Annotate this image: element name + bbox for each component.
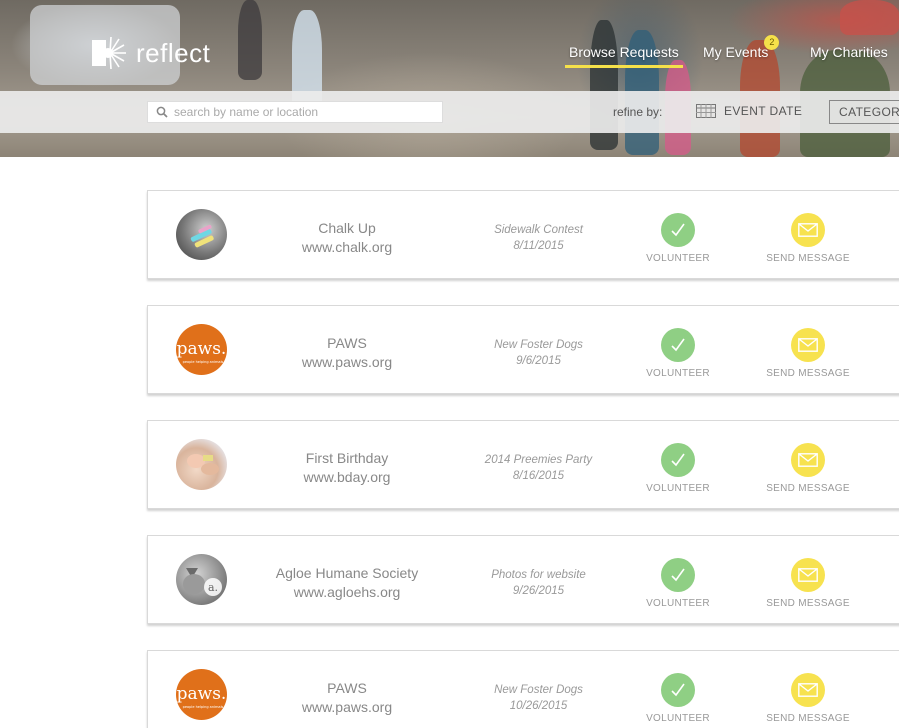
request-card: paws. people helping animals PAWS www.pa… xyxy=(147,650,899,728)
check-icon xyxy=(661,213,695,247)
volunteer-label: VOLUNTEER xyxy=(646,483,710,494)
org-info: Agloe Humane Society www.agloehs.org xyxy=(260,564,434,602)
check-icon xyxy=(661,673,695,707)
volunteer-button[interactable]: VOLUNTEER xyxy=(623,443,733,494)
search-input[interactable] xyxy=(174,105,434,119)
check-icon xyxy=(661,328,695,362)
org-name: Agloe Humane Society xyxy=(275,565,419,581)
volunteer-label: VOLUNTEER xyxy=(646,253,710,264)
org-name: PAWS xyxy=(327,335,367,351)
envelope-icon xyxy=(791,213,825,247)
event-title: 2014 Preemies Party xyxy=(484,454,593,466)
volunteer-label: VOLUNTEER xyxy=(646,713,710,724)
send-message-button[interactable]: SEND MESSAGE xyxy=(753,673,863,724)
filter-bar: refine by: EVENT DATE CATEGORY xyxy=(0,91,899,133)
nav-my-events[interactable]: My Events 2 xyxy=(703,35,780,60)
event-date: 9/26/2015 xyxy=(512,585,565,597)
volunteer-label: VOLUNTEER xyxy=(646,598,710,609)
org-info: PAWS www.paws.org xyxy=(260,334,434,372)
event-info: Sidewalk Contest 8/11/2015 xyxy=(466,222,611,254)
envelope-icon xyxy=(791,673,825,707)
chalk-avatar[interactable] xyxy=(176,209,227,260)
nav-label: My Charities xyxy=(810,44,888,60)
svg-text:paws.: paws. xyxy=(177,339,227,359)
request-card: Chalk Up www.chalk.org Sidewalk Contest … xyxy=(147,190,899,279)
event-date: 10/26/2015 xyxy=(509,700,568,712)
org-url[interactable]: www.chalk.org xyxy=(260,238,434,257)
paws-avatar[interactable]: paws. people helping animals xyxy=(176,324,227,375)
event-title: Photos for website xyxy=(491,569,586,581)
org-info: PAWS www.paws.org xyxy=(260,679,434,717)
event-info: New Foster Dogs 10/26/2015 xyxy=(466,682,611,714)
org-info: First Birthday www.bday.org xyxy=(260,449,434,487)
send-message-label: SEND MESSAGE xyxy=(766,483,850,494)
event-title: Sidewalk Contest xyxy=(494,224,583,236)
svg-text:people helping animals: people helping animals xyxy=(183,705,224,709)
org-url[interactable]: www.agloehs.org xyxy=(260,583,434,602)
event-date: 8/11/2015 xyxy=(513,240,564,252)
event-title: New Foster Dogs xyxy=(494,684,583,696)
org-name: Chalk Up xyxy=(318,220,376,236)
svg-text:paws.: paws. xyxy=(177,684,227,704)
org-info: Chalk Up www.chalk.org xyxy=(260,219,434,257)
paws-avatar[interactable]: paws. people helping animals xyxy=(176,669,227,720)
search-icon xyxy=(156,106,168,118)
event-date-filter[interactable]: EVENT DATE xyxy=(696,104,802,118)
org-url[interactable]: www.paws.org xyxy=(260,353,434,372)
volunteer-button[interactable]: VOLUNTEER xyxy=(623,213,733,264)
event-date: 9/6/2015 xyxy=(516,355,561,367)
birthday-avatar[interactable] xyxy=(176,439,227,490)
send-message-label: SEND MESSAGE xyxy=(766,368,850,379)
envelope-icon xyxy=(791,328,825,362)
volunteer-button[interactable]: VOLUNTEER xyxy=(623,328,733,379)
check-icon xyxy=(661,443,695,477)
event-info: Photos for website 9/26/2015 xyxy=(466,567,611,599)
main-nav: Browse Requests My Events 2 My Charities xyxy=(0,35,899,74)
send-message-label: SEND MESSAGE xyxy=(766,713,850,724)
send-message-button[interactable]: SEND MESSAGE xyxy=(753,558,863,609)
org-url[interactable]: www.paws.org xyxy=(260,698,434,717)
request-card: paws. people helping animals PAWS www.pa… xyxy=(147,305,899,394)
nav-browse-requests[interactable]: Browse Requests xyxy=(565,44,683,68)
header-banner: reflect Browse Requests My Events 2 My C… xyxy=(0,0,899,157)
event-title: New Foster Dogs xyxy=(494,339,583,351)
send-message-label: SEND MESSAGE xyxy=(766,598,850,609)
category-filter[interactable]: CATEGORY xyxy=(829,100,899,124)
request-card: First Birthday www.bday.org 2014 Preemie… xyxy=(147,420,899,509)
send-message-button[interactable]: SEND MESSAGE xyxy=(753,328,863,379)
request-card: a. Agloe Humane Society www.agloehs.org … xyxy=(147,535,899,624)
volunteer-button[interactable]: VOLUNTEER xyxy=(623,673,733,724)
org-url[interactable]: www.bday.org xyxy=(260,468,434,487)
send-message-button[interactable]: SEND MESSAGE xyxy=(753,213,863,264)
agloe-avatar[interactable]: a. xyxy=(176,554,227,605)
event-info: 2014 Preemies Party 8/16/2015 xyxy=(466,452,611,484)
calendar-icon xyxy=(696,104,716,118)
nav-label: Browse Requests xyxy=(569,44,679,60)
check-icon xyxy=(661,558,695,592)
event-info: New Foster Dogs 9/6/2015 xyxy=(466,337,611,369)
org-name: First Birthday xyxy=(305,450,389,466)
svg-text:a.: a. xyxy=(208,581,218,594)
svg-text:people helping animals: people helping animals xyxy=(183,360,224,364)
volunteer-button[interactable]: VOLUNTEER xyxy=(623,558,733,609)
send-message-label: SEND MESSAGE xyxy=(766,253,850,264)
search-box[interactable] xyxy=(147,101,443,123)
nav-my-charities[interactable]: My Charities xyxy=(810,44,888,60)
org-name: PAWS xyxy=(327,680,367,696)
event-date-label: EVENT DATE xyxy=(724,104,803,118)
send-message-button[interactable]: SEND MESSAGE xyxy=(753,443,863,494)
refine-label: refine by: xyxy=(613,105,663,119)
envelope-icon xyxy=(791,558,825,592)
notification-badge: 2 xyxy=(764,35,780,50)
envelope-icon xyxy=(791,443,825,477)
nav-label: My Events xyxy=(703,44,769,60)
volunteer-label: VOLUNTEER xyxy=(646,368,710,379)
event-date: 8/16/2015 xyxy=(512,470,565,482)
